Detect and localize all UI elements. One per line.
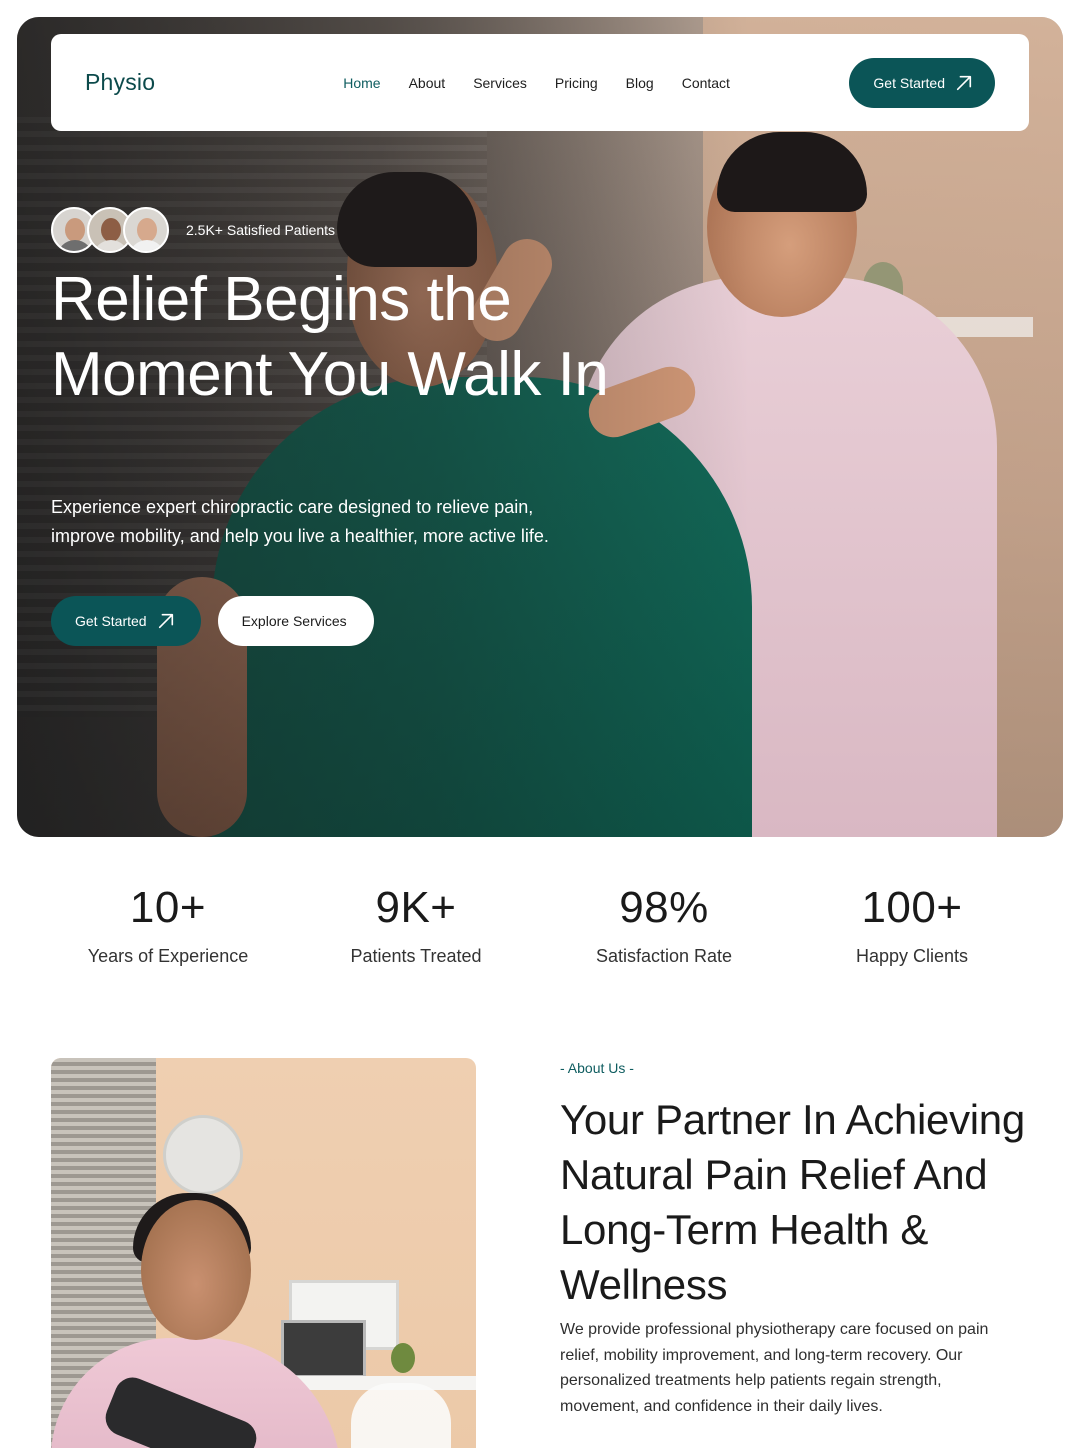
avatar-shoulders <box>129 240 165 251</box>
stat-item: 10+ Years of Experience <box>44 880 292 967</box>
about-image-laptop <box>281 1320 366 1378</box>
stat-value: 98% <box>619 883 709 932</box>
nav-link-contact[interactable]: Contact <box>682 75 730 91</box>
avatar-face <box>137 218 157 242</box>
stat-label: Patients Treated <box>350 946 482 966</box>
top-navbar: Physio Home About Services Pricing Blog … <box>51 34 1029 131</box>
explore-services-button[interactable]: Explore Services <box>217 596 374 646</box>
satisfied-patients: 2.5K+ Satisfied Patients <box>51 207 335 253</box>
nav-links: Home About Services Pricing Blog Contact <box>343 75 730 91</box>
about-description: We provide professional physiotherapy ca… <box>560 1321 989 1415</box>
about-image-plant <box>391 1343 415 1373</box>
stat-item: 9K+ Patients Treated <box>292 880 540 967</box>
hero-description: Experience expert chiropractic care desi… <box>51 497 549 546</box>
stat-value: 10+ <box>129 883 207 932</box>
nav-link-blog[interactable]: Blog <box>626 75 654 91</box>
avatar-face <box>101 218 121 242</box>
satisfied-patients-label: 2.5K+ Satisfied Patients <box>186 222 336 238</box>
stat-item: 98% Satisfaction Rate <box>540 880 788 967</box>
nav-link-about[interactable]: About <box>409 75 446 91</box>
hero-actions: Get Started Explore Services <box>51 596 374 646</box>
stat-label: Satisfaction Rate <box>595 946 733 966</box>
about-image-therapist-head <box>141 1200 251 1340</box>
nav-link-pricing[interactable]: Pricing <box>555 75 598 91</box>
stat-item: 100+ Happy Clients <box>788 880 1036 967</box>
brand-logo[interactable]: Physio <box>85 69 155 96</box>
avatar-face <box>65 218 85 242</box>
stat-value: 100+ <box>861 883 963 932</box>
arrow-up-right-icon <box>956 75 972 91</box>
header-get-started-button[interactable]: Get Started <box>849 58 995 108</box>
stat-label: Years of Experience <box>87 946 249 966</box>
stats-section: 10+ Years of Experience 9K+ Patients Tre… <box>44 880 1036 967</box>
about-image <box>51 1058 476 1448</box>
about-image-chair <box>351 1383 451 1448</box>
nav-link-home[interactable]: Home <box>343 75 380 91</box>
hero-section <box>17 17 1063 837</box>
avatar-shoulders <box>93 240 129 251</box>
about-title: Your Partner In Achieving Natural Pain R… <box>560 1096 1025 1308</box>
hero-overlay <box>17 17 1063 837</box>
hero-get-started-button[interactable]: Get Started <box>51 596 201 646</box>
stat-value: 9K+ <box>375 883 457 932</box>
arrow-up-right-icon <box>158 613 173 629</box>
about-eyebrow: - About Us - <box>560 1060 634 1076</box>
about-image-clock <box>163 1115 243 1195</box>
stat-label: Happy Clients <box>855 946 969 966</box>
header-get-started-label: Get Started <box>873 75 945 91</box>
avatar-shoulders <box>57 240 93 251</box>
avatar <box>123 207 169 253</box>
nav-link-services[interactable]: Services <box>473 75 527 91</box>
hero-title: Relief Begins the Moment You Walk In <box>51 265 609 409</box>
hero-get-started-label: Get Started <box>75 613 147 629</box>
